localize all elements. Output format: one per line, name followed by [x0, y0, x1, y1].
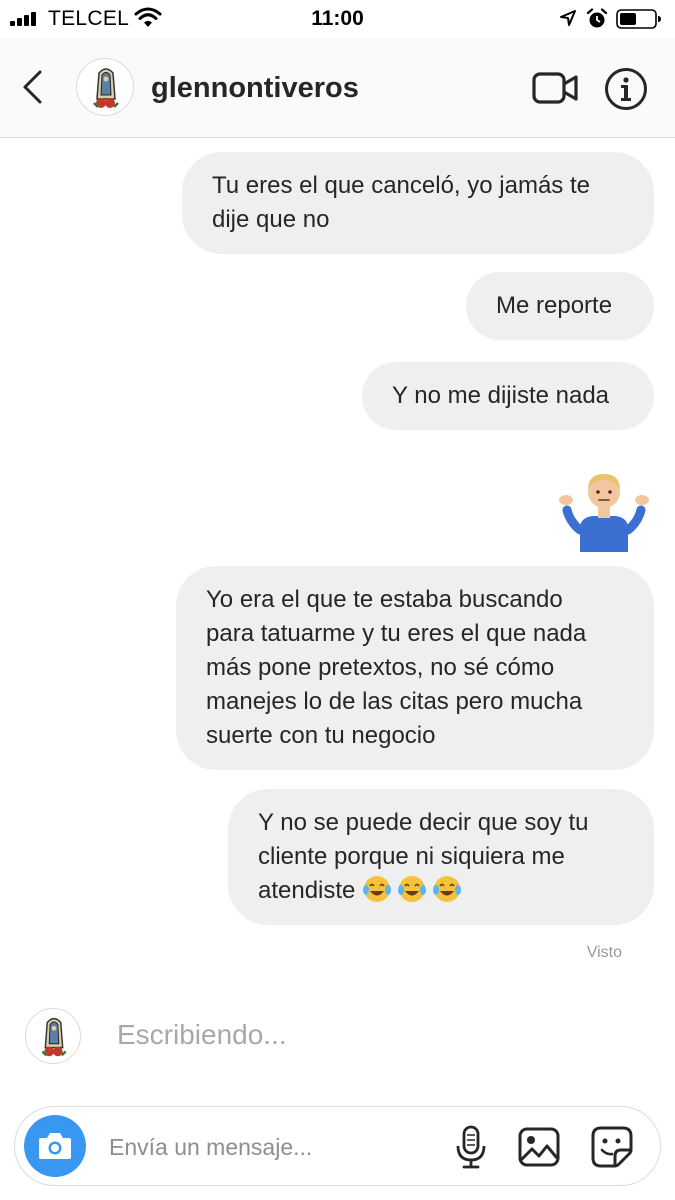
- avatar[interactable]: [76, 58, 134, 116]
- info-icon[interactable]: [604, 67, 648, 111]
- message-line: atendiste: [258, 874, 624, 908]
- camera-icon: [39, 1133, 71, 1159]
- sticker-icon[interactable]: [591, 1126, 633, 1168]
- alarm-icon: [586, 8, 608, 28]
- status-bar: TELCEL 11:00: [0, 0, 675, 38]
- back-arrow-icon[interactable]: [18, 68, 48, 106]
- avatar[interactable]: [25, 1008, 81, 1064]
- message-line: cliente porque ni siquiera me: [258, 843, 565, 870]
- typing-indicator: Escribiendo...: [117, 1019, 287, 1050]
- microphone-icon[interactable]: [455, 1125, 487, 1169]
- person-shrugging-emoji[interactable]: [558, 470, 650, 552]
- conversation-header: glennontiveros: [0, 38, 675, 138]
- tattoo-avatar-icon: [41, 1017, 67, 1057]
- message-bubble[interactable]: Y no se puede decir que soy tu cliente p…: [228, 789, 654, 925]
- message-line: Y no se puede decir que soy tu: [258, 809, 589, 836]
- message-bubble[interactable]: Y no me dijiste nada: [362, 362, 654, 430]
- tears-of-joy-emoji: [398, 876, 427, 902]
- camera-button[interactable]: [24, 1115, 86, 1177]
- message-bubble[interactable]: Yo era el que te estaba buscando para ta…: [176, 566, 654, 770]
- battery-icon: [616, 9, 661, 29]
- tattoo-avatar-icon: [93, 68, 119, 108]
- message-bubble[interactable]: Me reporte: [466, 272, 654, 340]
- seen-label: Visto: [586, 944, 622, 961]
- conversation-username[interactable]: glennontiveros: [151, 72, 359, 105]
- gallery-icon[interactable]: [518, 1127, 560, 1167]
- tears-of-joy-emoji: [363, 876, 392, 902]
- location-icon: [560, 10, 576, 26]
- message-input[interactable]: [109, 1129, 429, 1165]
- message-bubble[interactable]: Tu eres el que canceló, yo jamás te dije…: [182, 152, 654, 254]
- video-call-icon[interactable]: [532, 70, 578, 106]
- message-composer: [14, 1106, 661, 1186]
- message-text: atendiste: [258, 877, 356, 904]
- tears-of-joy-emoji: [433, 876, 462, 902]
